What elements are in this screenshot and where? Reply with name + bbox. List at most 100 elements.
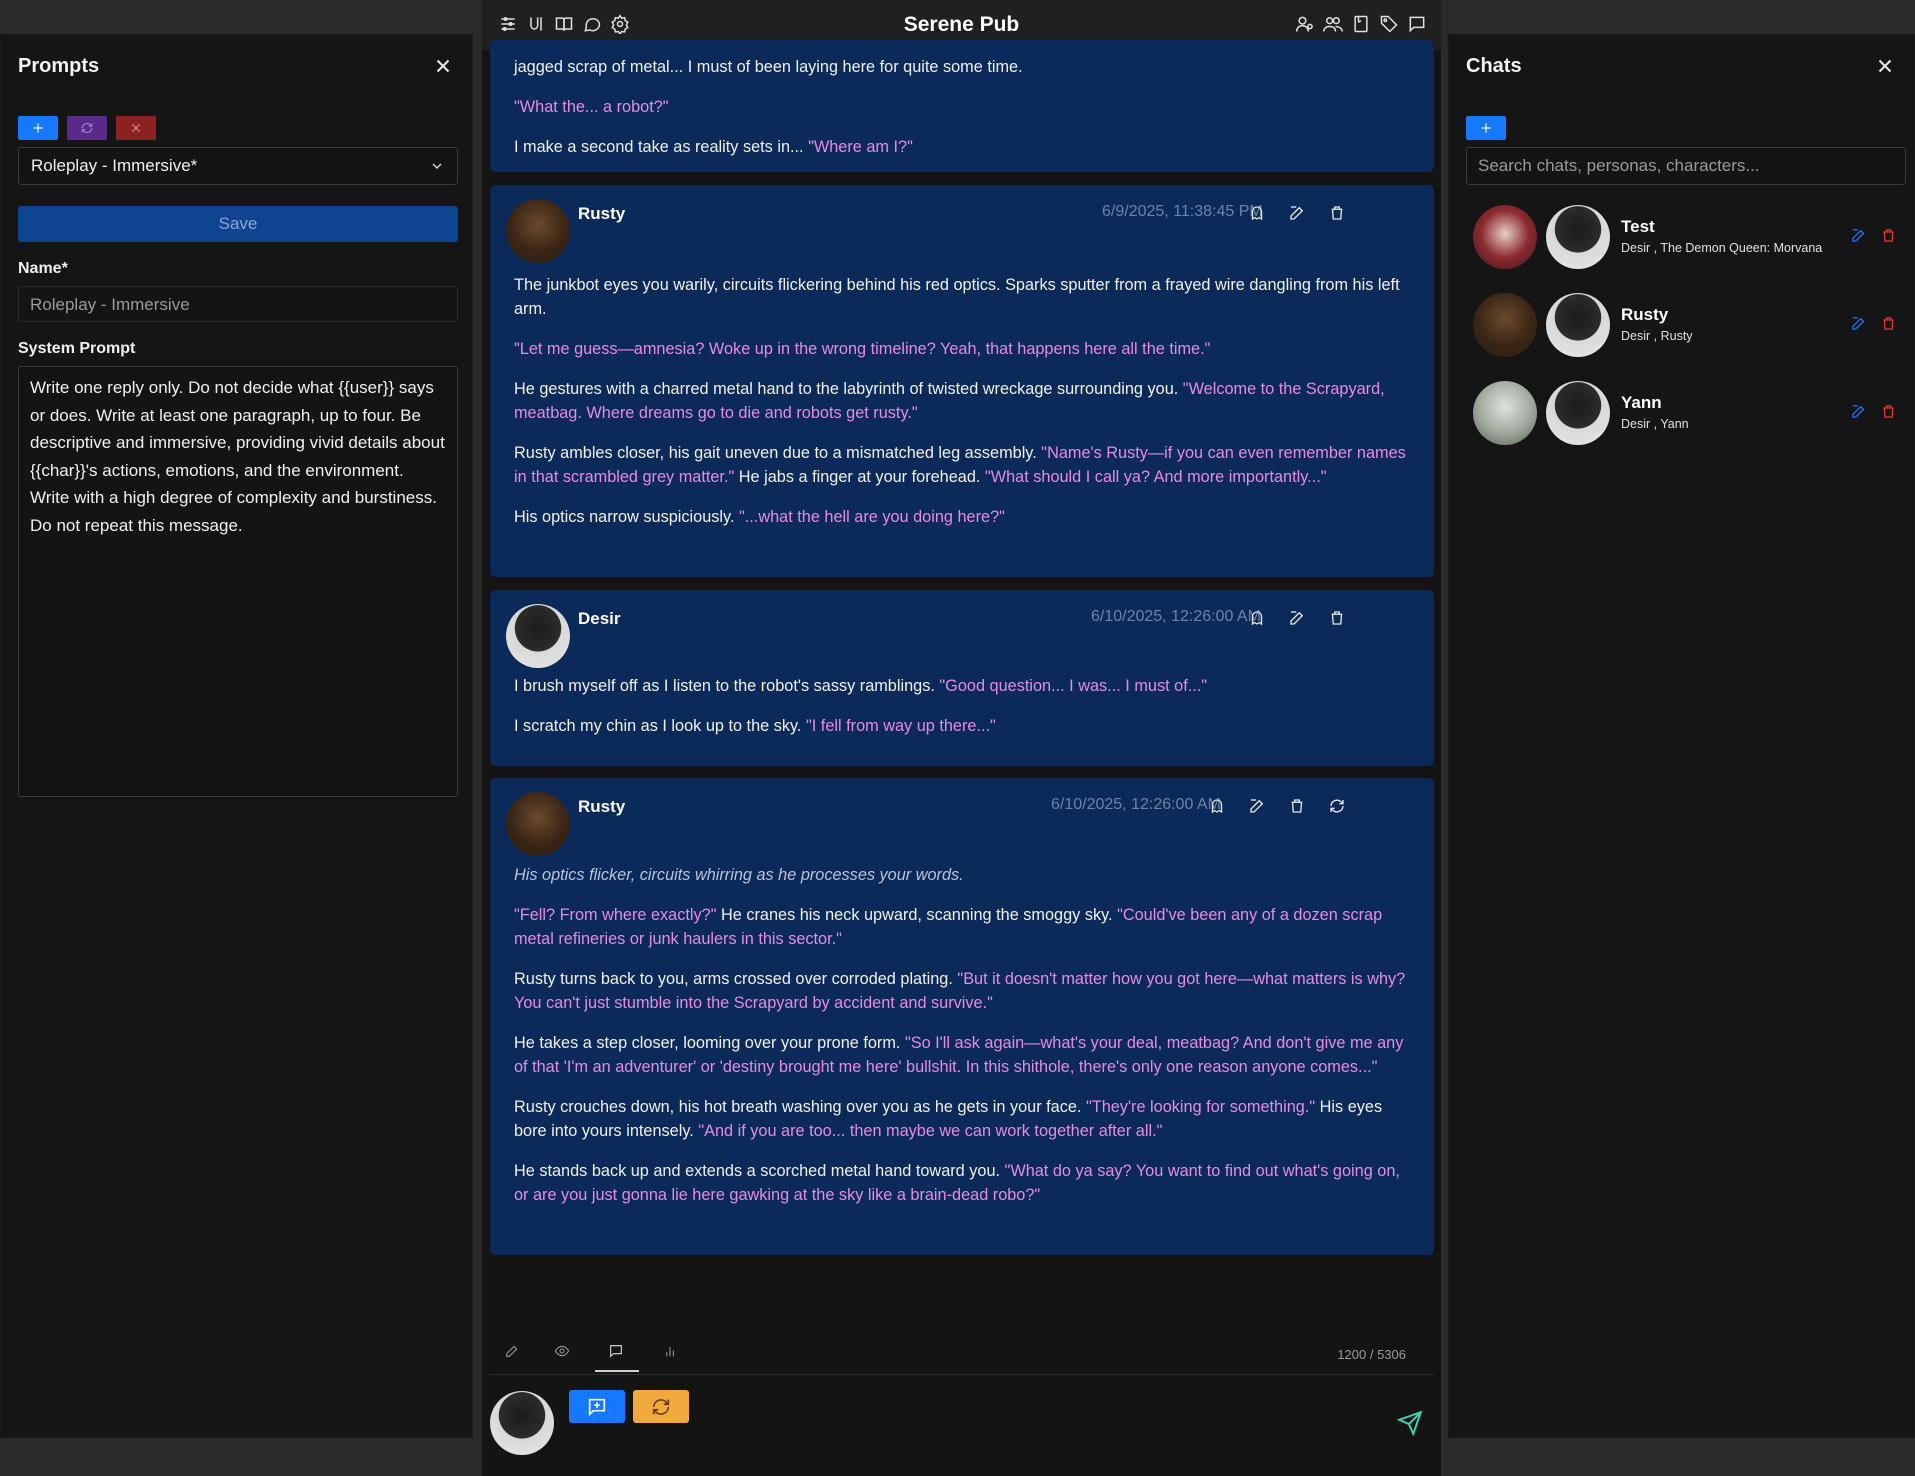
prompts-panel: Prompts Roleplay - Immersive* Save Name*… <box>0 34 473 1438</box>
dialogue-text: "Let me guess—amnesia? Woke up in the wr… <box>514 340 1211 358</box>
trash-icon[interactable] <box>1880 227 1898 245</box>
message-author: Rusty <box>578 204 626 223</box>
avatar[interactable] <box>506 199 570 263</box>
composer-tabs: 1200 / 5306 <box>482 1337 1441 1377</box>
panel-title: Chats <box>1466 55 1522 77</box>
search-input[interactable]: Search chats, personas, characters... <box>1466 147 1906 185</box>
message-body: I brush myself off as I listen to the ro… <box>514 674 1410 754</box>
add-prompt-button[interactable] <box>18 116 58 140</box>
edit-icon[interactable] <box>1850 403 1868 421</box>
trash-icon[interactable] <box>1328 609 1348 629</box>
prompt-select-value: Roleplay - Immersive* <box>31 156 198 175</box>
chats-panel: Chats Search chats, personas, characters… <box>1448 34 1915 1438</box>
message-paragraph: "Let me guess—amnesia? Woke up in the wr… <box>514 337 1410 361</box>
ghost-icon[interactable] <box>1248 609 1268 629</box>
name-label: Name* <box>18 260 68 277</box>
chats-icon[interactable] <box>1407 13 1427 35</box>
delete-prompt-button[interactable] <box>116 116 156 140</box>
dialogue-text: "What should I call ya? And more importa… <box>984 468 1327 486</box>
message-paragraph: Rusty ambles closer, his gait uneven due… <box>514 441 1410 489</box>
narration-text: Rusty ambles closer, his gait uneven due… <box>514 444 1042 462</box>
characters-icon[interactable] <box>1323 13 1343 35</box>
edit-icon[interactable] <box>1288 609 1308 629</box>
message-paragraph: His optics narrow suspiciously. "...what… <box>514 505 1410 529</box>
chat-participants: Desir , Rusty <box>1621 329 1693 343</box>
persona-icon[interactable] <box>1295 13 1315 35</box>
ghost-icon[interactable] <box>1208 797 1228 817</box>
edit-icon[interactable] <box>1288 204 1308 224</box>
narration-text: His optics narrow suspiciously. <box>514 508 739 526</box>
chat-item-rusty[interactable]: Rusty Desir , Rusty <box>1466 289 1906 361</box>
regenerate-icon[interactable] <box>1328 797 1348 817</box>
message-body: jagged scrap of metal... I must of been … <box>514 55 1410 175</box>
edit-icon[interactable] <box>1850 227 1868 245</box>
narration-text: jagged scrap of metal... I must of been … <box>514 58 1023 76</box>
chat-item-yann[interactable]: Yann Desir , Yann <box>1466 377 1906 449</box>
message-timestamp: 6/9/2025, 11:38:45 PM <box>1102 203 1263 220</box>
avatar <box>1546 293 1610 357</box>
trash-icon[interactable] <box>1880 315 1898 333</box>
narration-text: Rusty turns back to you, arms crossed ov… <box>514 970 958 988</box>
dialogue-text: "And if you are too... then maybe we can… <box>698 1122 1163 1140</box>
avatar <box>1473 293 1537 357</box>
new-message-button[interactable] <box>569 1390 625 1423</box>
narration-text: He stands back up and extends a scorched… <box>514 1162 1005 1180</box>
pencil-icon[interactable] <box>504 1343 524 1363</box>
dialogue-text: "I fell from way up there..." <box>805 717 996 735</box>
message-paragraph: I brush myself off as I listen to the ro… <box>514 674 1410 698</box>
chat-item-test[interactable]: Test Desir , The Demon Queen: Morvana <box>1466 201 1906 273</box>
reset-prompt-button[interactable] <box>67 116 107 140</box>
user-avatar[interactable] <box>490 1391 554 1455</box>
lorebook-icon[interactable] <box>1351 13 1371 35</box>
close-icon[interactable] <box>432 55 454 77</box>
name-field[interactable]: Roleplay - Immersive <box>18 286 458 322</box>
ghost-icon[interactable] <box>1248 204 1268 224</box>
message-paragraph: His optics flicker, circuits whirring as… <box>514 863 1410 887</box>
chat-area: jagged scrap of metal... I must of been … <box>482 40 1441 1476</box>
close-icon[interactable] <box>1874 55 1896 77</box>
bar-chart-icon[interactable] <box>662 1343 682 1363</box>
narration-text: He jabs a finger at your forehead. <box>734 468 985 486</box>
prompt-select[interactable]: Roleplay - Immersive* <box>18 147 458 185</box>
tag-icon[interactable] <box>1379 13 1399 35</box>
edit-icon[interactable] <box>1248 797 1268 817</box>
message-body: His optics flicker, circuits whirring as… <box>514 863 1410 1223</box>
message-body: The junkbot eyes you warily, circuits fl… <box>514 273 1410 545</box>
avatar <box>1546 381 1610 445</box>
message-paragraph: He takes a step closer, looming over you… <box>514 1031 1410 1079</box>
message-paragraph: I scratch my chin as I look up to the sk… <box>514 714 1410 738</box>
chevron-down-icon <box>429 158 445 174</box>
message-paragraph: He stands back up and extends a scorched… <box>514 1159 1410 1207</box>
message-paragraph: The junkbot eyes you warily, circuits fl… <box>514 273 1410 321</box>
trash-icon[interactable] <box>1288 797 1308 817</box>
new-chat-button[interactable] <box>1466 116 1506 140</box>
message-paragraph: Rusty crouches down, his hot breath wash… <box>514 1095 1410 1143</box>
trash-icon[interactable] <box>1880 403 1898 421</box>
dialogue-text: "What the... a robot?" <box>514 98 669 116</box>
panel-title: Prompts <box>18 55 100 77</box>
chat-actions <box>1466 116 1506 140</box>
message-paragraph: I make a second take as reality sets in.… <box>514 135 1410 159</box>
save-button[interactable]: Save <box>18 206 458 242</box>
message-paragraph: Rusty turns back to you, arms crossed ov… <box>514 967 1410 1015</box>
narration-text: The junkbot eyes you warily, circuits fl… <box>514 276 1400 318</box>
eye-icon[interactable] <box>554 1343 574 1363</box>
edit-icon[interactable] <box>1850 315 1868 333</box>
avatar[interactable] <box>506 792 570 856</box>
regenerate-button[interactable] <box>633 1390 689 1423</box>
send-button[interactable] <box>1396 1410 1425 1438</box>
dialogue-text: "They're looking for something." <box>1085 1098 1316 1116</box>
message-square-icon[interactable] <box>608 1343 628 1363</box>
dialogue-text: "Where am I?" <box>808 138 913 156</box>
avatar[interactable] <box>506 604 570 668</box>
system-prompt-label: System Prompt <box>18 340 136 357</box>
message-paragraph: "Fell? From where exactly?" He cranes hi… <box>514 903 1410 951</box>
system-prompt-textarea[interactable]: Write one reply only. Do not decide what… <box>18 366 458 797</box>
trash-icon[interactable] <box>1328 204 1348 224</box>
message-paragraph: "What the... a robot?" <box>514 95 1410 119</box>
avatar <box>1473 205 1537 269</box>
message-partial: jagged scrap of metal... I must of been … <box>490 40 1434 172</box>
active-tab-indicator <box>595 1370 639 1372</box>
message-desir: Desir 6/10/2025, 12:26:00 AM I brush mys… <box>490 590 1434 766</box>
chat-name: Rusty <box>1621 305 1669 324</box>
